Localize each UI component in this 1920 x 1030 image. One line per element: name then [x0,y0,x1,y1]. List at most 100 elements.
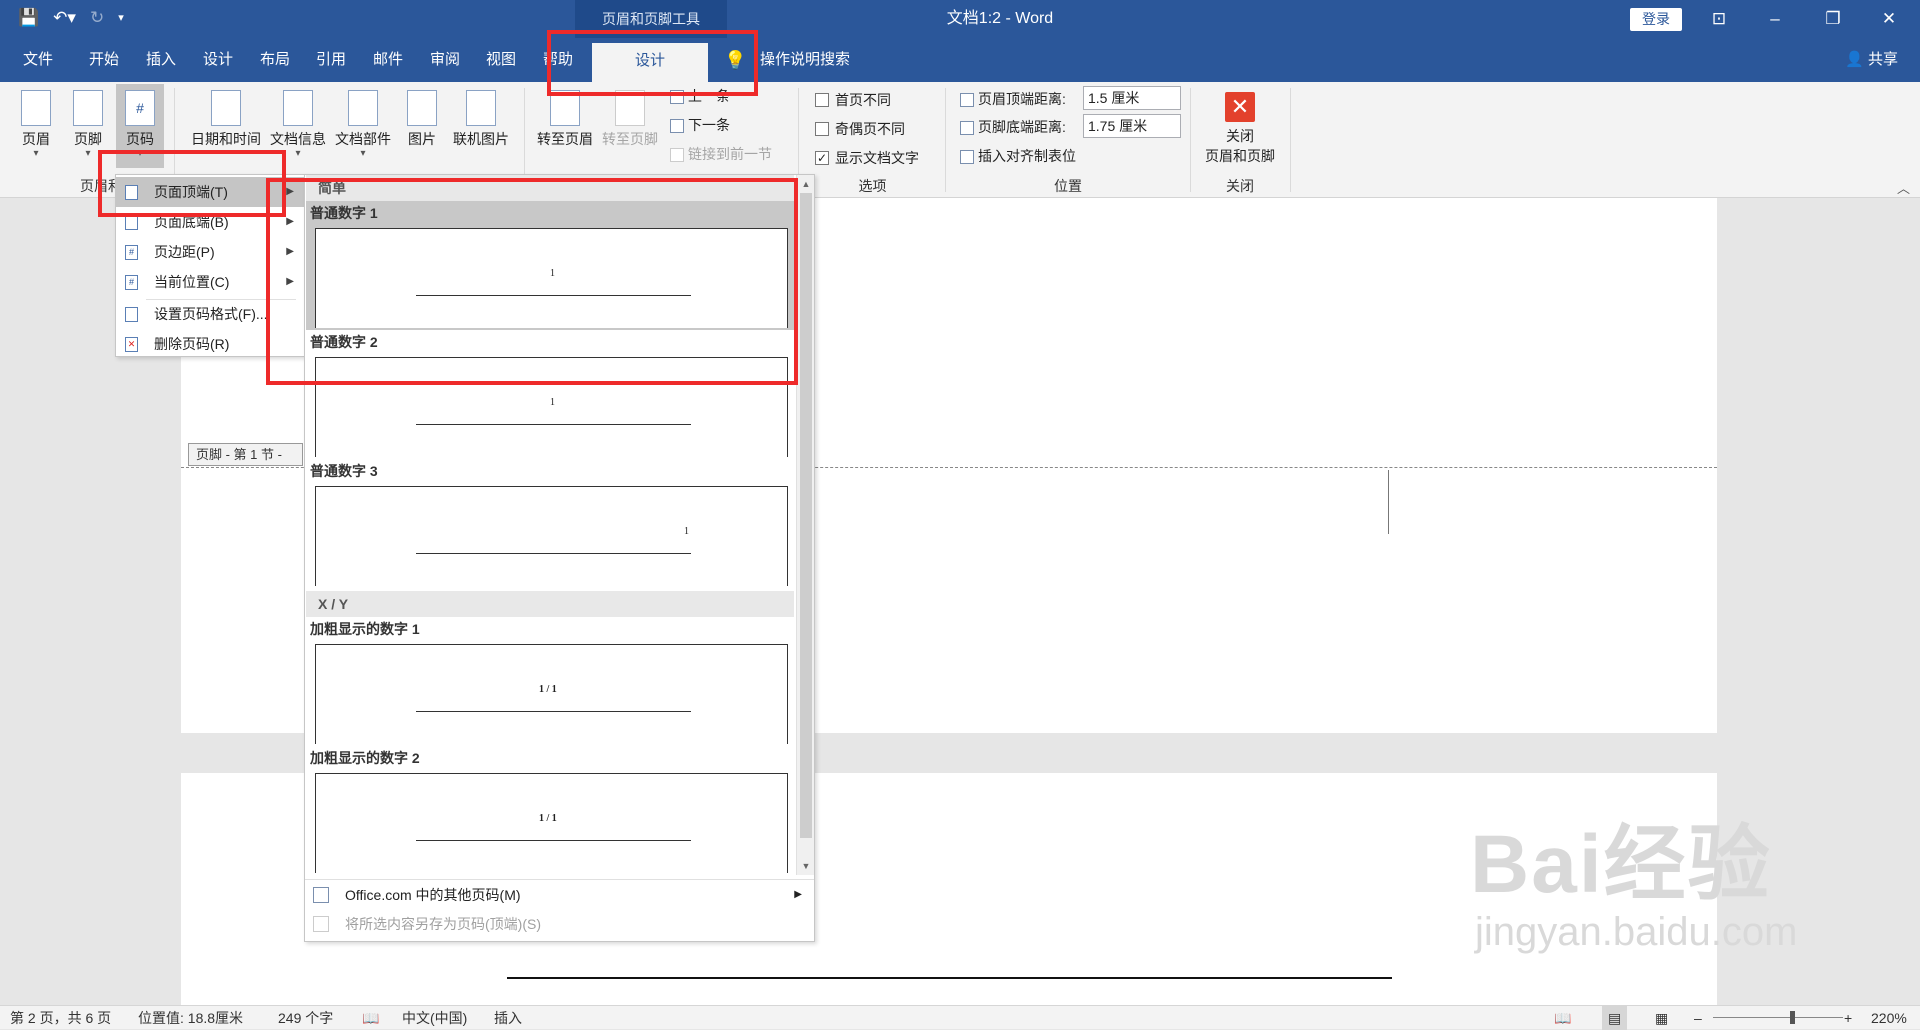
footer-position-icon [960,121,974,136]
save-icon[interactable]: 💾 [18,6,39,30]
scroll-down-icon[interactable]: ▼ [797,857,814,875]
header-button[interactable]: 页眉 ▾ [14,90,58,159]
status-zoom-level[interactable]: 220% [1871,1006,1907,1030]
show-document-text-checkbox[interactable]: ✓ 显示文档文字 [815,148,919,168]
header-from-top-input[interactable]: 1.5 厘米 [1083,86,1181,110]
ribbon-separator [1290,88,1291,192]
annotation-box-page-number-menu [98,150,286,217]
page-number-label: 页码 [126,131,154,147]
footer-from-bottom-input[interactable]: 1.75 厘米 [1083,114,1181,138]
zoom-slider[interactable] [1713,1017,1843,1018]
gallery-item-label: 加粗显示的数字 1 [310,621,420,637]
preview-number: 1 [550,397,555,408]
gallery-item-bold-number-1[interactable]: 加粗显示的数字 1 1 / 1 [306,617,794,746]
chevron-down-icon: ▾ [33,148,39,159]
close-icon: ✕ [1225,92,1255,122]
title-bar: 💾 ↶▾ ↻ ▾ 页眉和页脚工具 文档1:2 - Word 登录 ⊡ – ❐ ✕ [0,0,1920,38]
close-header-footer-button[interactable]: ✕ 关闭 页眉和页脚 [1200,92,1280,166]
goto-footer-button[interactable]: 转至页脚 [598,90,662,149]
proofing-icon[interactable]: 📖 [362,1006,379,1030]
tell-me-search[interactable]: 操作说明搜索 [758,38,852,82]
status-word-count[interactable]: 249 个字 [278,1006,333,1030]
tab-review[interactable]: 审阅 [425,38,465,82]
header-icon [21,90,51,126]
online-picture-label: 联机图片 [453,131,509,147]
goto-header-button[interactable]: 转至页眉 [533,90,597,149]
footer-label: 页脚 [74,131,102,147]
close-window-button[interactable]: ✕ [1866,0,1912,38]
more-page-numbers-office[interactable]: Office.com 中的其他页码(M) ▶ [305,879,814,909]
zoom-in-icon[interactable]: + [1844,1006,1852,1030]
group-label-close: 关闭 [1226,178,1254,194]
gallery-item-plain-number-3[interactable]: 普通数字 3 1 [306,459,794,588]
zoom-out-icon[interactable]: – [1694,1006,1702,1030]
checkmark-icon: ✓ [815,151,829,165]
gallery-item-preview: 1 / 1 [315,773,788,873]
different-odd-even-checkbox[interactable]: 奇偶页不同 [815,119,905,139]
footer-from-bottom-text: 页脚底端距离: [978,119,1066,135]
header-from-top-text: 页眉顶端距离: [978,91,1066,107]
redo-icon[interactable]: ↻ [90,6,104,30]
date-time-button[interactable]: 日期和时间 [184,90,268,149]
online-picture-button[interactable]: 联机图片 [448,90,514,149]
footer-section-tag: 页脚 - 第 1 节 - [188,443,303,466]
link-previous-button[interactable]: 链接到前一节 [670,144,772,164]
close-label-line1: 关闭 [1226,128,1254,144]
goto-header-label: 转至页眉 [537,131,593,147]
group-label-options: 选项 [858,178,887,194]
login-button[interactable]: 登录 [1630,8,1682,31]
read-mode-icon[interactable]: 📖 [1554,1006,1571,1030]
gallery-category-xy: X / Y [306,591,794,617]
text-cursor [1388,470,1389,534]
insert-alignment-tab-button[interactable]: 插入对齐制表位 [960,146,1076,166]
ribbon-display-options-icon[interactable]: ⊡ [1696,0,1742,38]
menu-item-label: 设置页码格式(F)... [154,306,268,322]
picture-button[interactable]: 图片 [402,90,442,149]
status-bar: 第 2 页，共 6 页 位置值: 18.8厘米 249 个字 📖 中文(中国) … [0,1005,1920,1030]
tab-design[interactable]: 设计 [198,38,238,82]
checkbox-box [815,122,829,136]
web-layout-icon[interactable]: ▦ [1655,1006,1668,1030]
person-icon: 👤 [1845,51,1864,68]
doc-parts-button[interactable]: 文档部件 ▾ [330,90,396,159]
scroll-up-icon[interactable]: ▲ [797,175,814,193]
save-selection-to-gallery[interactable]: 将所选内容另存为页码(顶端)(S) [305,909,814,939]
menu-item-label: 当前位置(C) [154,274,230,290]
collapse-ribbon-icon[interactable]: ︿ [1897,178,1910,197]
zoom-slider-thumb[interactable] [1790,1011,1795,1024]
tab-insert[interactable]: 插入 [141,38,181,82]
print-layout-icon[interactable]: ▤ [1602,1006,1628,1030]
header-position-icon [960,93,974,108]
tab-mailings[interactable]: 邮件 [368,38,408,82]
share-button[interactable]: 👤 共享 [1845,38,1898,82]
different-first-page-checkbox[interactable]: 首页不同 [815,90,891,110]
doc-parts-icon [348,90,378,126]
ribbon-separator [1190,88,1191,192]
link-previous-label: 链接到前一节 [688,146,772,162]
scroll-thumb[interactable] [800,193,812,838]
status-insert-mode[interactable]: 插入 [494,1006,522,1030]
current-position-icon: # [125,275,138,290]
tab-references[interactable]: 引用 [311,38,351,82]
menu-item-label: 删除页码(R) [154,336,230,352]
footer-button[interactable]: 页脚 ▾ [66,90,110,159]
customize-qat-icon[interactable]: ▾ [118,6,124,30]
doc-info-button[interactable]: 文档信息 ▾ [266,90,330,159]
gallery-item-label: 加粗显示的数字 2 [310,750,420,766]
annotation-box-plain-number-1 [266,178,798,385]
chevron-right-icon: ▶ [794,889,802,900]
status-page-count[interactable]: 第 2 页，共 6 页 [10,1006,111,1030]
tab-view[interactable]: 视图 [481,38,521,82]
doc-info-icon [283,90,313,126]
gallery-item-bold-number-2[interactable]: 加粗显示的数字 2 1 / 1 [306,746,794,875]
picture-label: 图片 [408,131,436,147]
undo-icon[interactable]: ↶▾ [53,6,76,30]
tab-file[interactable]: 文件 [18,38,58,82]
tab-home[interactable]: 开始 [84,38,124,82]
gallery-scrollbar[interactable]: ▲ ▼ [796,175,814,875]
minimize-button[interactable]: – [1752,0,1798,38]
restore-button[interactable]: ❐ [1810,0,1856,38]
tab-layout[interactable]: 布局 [255,38,295,82]
next-button[interactable]: 下一条 [670,115,730,135]
status-language[interactable]: 中文(中国) [402,1006,467,1030]
